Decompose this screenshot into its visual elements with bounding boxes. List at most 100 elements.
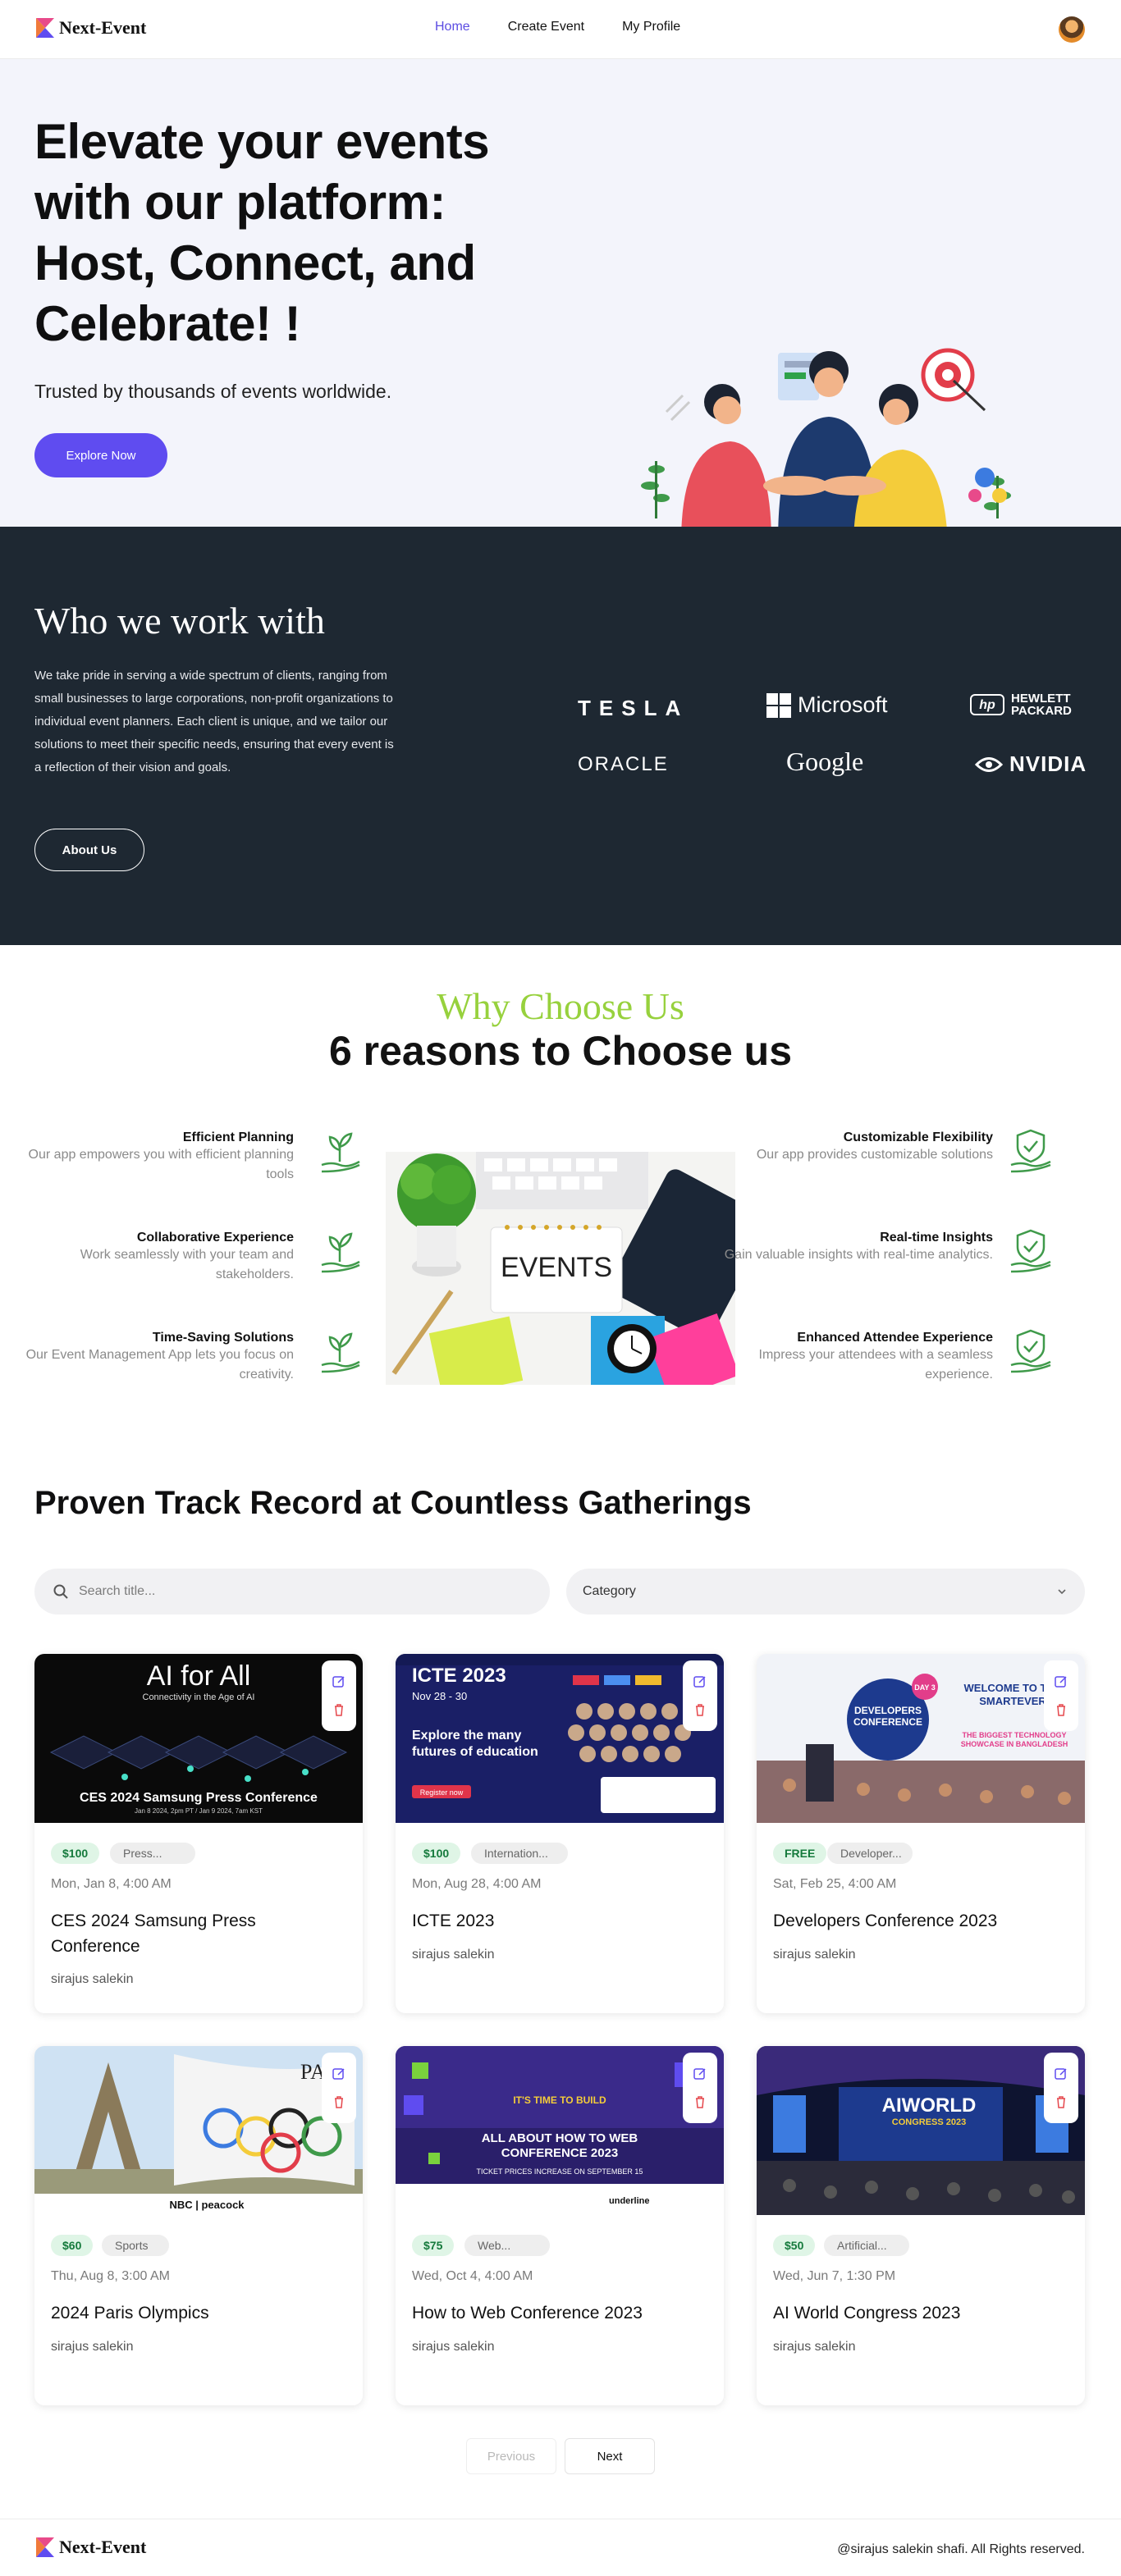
edit-icon[interactable] bbox=[332, 1674, 346, 1689]
banner-caption-2: Jan 8 2024, 2pm PT / Jan 9 2024, 7am KST bbox=[135, 1807, 263, 1815]
category-select[interactable]: Category bbox=[566, 1569, 1085, 1615]
banner-day: DAY 3 bbox=[914, 1683, 936, 1692]
banner-sponsor: underline bbox=[609, 2196, 650, 2206]
event-date: Mon, Jan 8, 4:00 AM bbox=[51, 1877, 172, 1891]
brand-name: Next-Event bbox=[59, 17, 147, 38]
event-title[interactable]: AI World Congress 2023 bbox=[773, 2300, 1068, 2326]
event-title[interactable]: 2024 Paris Olympics bbox=[51, 2300, 346, 2326]
event-title[interactable]: How to Web Conference 2023 bbox=[412, 2300, 707, 2326]
banner-title: ALL ABOUT HOW TO WEB CONFERENCE 2023 bbox=[481, 2131, 638, 2160]
hp-badge: hp bbox=[970, 694, 1004, 715]
edit-icon[interactable] bbox=[1054, 1674, 1068, 1689]
event-card[interactable]: ICTE 2023 Nov 28 - 30 Explore the many f… bbox=[396, 1654, 724, 2013]
card-actions bbox=[322, 2053, 356, 2123]
feature-time-saving: Time-Saving Solutions Our Event Manageme… bbox=[15, 1331, 294, 1385]
nvidia-logo: NVIDIA bbox=[975, 751, 1087, 777]
event-banner: AIWORLD CONGRESS 2023 bbox=[757, 2046, 1085, 2215]
delete-icon[interactable] bbox=[332, 1702, 346, 1717]
footer-brand-name: Next-Event bbox=[59, 2537, 147, 2557]
events-illustration: EVENTS bbox=[386, 1152, 735, 1385]
plant-hand-icon bbox=[321, 1332, 360, 1373]
event-organizer: sirajus salekin bbox=[412, 2340, 495, 2354]
nav-link-my-profile[interactable]: My Profile bbox=[622, 20, 680, 34]
event-image: PA NBC | peacock bbox=[34, 2046, 363, 2215]
event-card[interactable]: PA NBC | peacock $60 Sports Thu, Aug 8, … bbox=[34, 2046, 363, 2405]
google-logo: Google bbox=[786, 747, 864, 776]
banner-caption: CES 2024 Samsung Press Conference bbox=[80, 1791, 318, 1805]
events-image: EVENTS bbox=[386, 1152, 735, 1385]
feature-efficient-planning: Efficient Planning Our app empowers you … bbox=[15, 1130, 294, 1185]
event-title[interactable]: CES 2024 Samsung Press Conference bbox=[51, 1908, 346, 1959]
feature-collaborative-experience: Collaborative Experience Work seamlessly… bbox=[15, 1231, 294, 1285]
user-avatar[interactable] bbox=[1059, 16, 1085, 43]
brand-logo[interactable]: Next-Event bbox=[34, 16, 146, 39]
delete-icon[interactable] bbox=[332, 2094, 346, 2109]
nav-link-home[interactable]: Home bbox=[435, 20, 470, 34]
price-badge: $75 bbox=[412, 2235, 455, 2256]
banner-caption: Explore the many futures of education bbox=[412, 1729, 538, 1759]
feature-title: Customizable Flexibility bbox=[843, 1130, 993, 1144]
event-card[interactable]: IT'S TIME TO BUILD ALL ABOUT HOW TO WEB … bbox=[396, 2046, 724, 2405]
feature-customizable-flexibility: Customizable Flexibility Our app provide… bbox=[714, 1130, 993, 1165]
edit-icon[interactable] bbox=[693, 2067, 707, 2081]
event-card[interactable]: AIWORLD CONGRESS 2023 $50 Artificial... … bbox=[757, 2046, 1085, 2405]
event-image: IT'S TIME TO BUILD ALL ABOUT HOW TO WEB … bbox=[396, 2046, 724, 2215]
banner-title: DEVELOPERS CONFERENCE bbox=[853, 1705, 922, 1728]
price-badge: $100 bbox=[51, 1843, 100, 1864]
search-input[interactable] bbox=[79, 1584, 506, 1599]
about-us-button[interactable]: About Us bbox=[34, 829, 144, 871]
event-image: AI for All Connectivity in the Age of AI… bbox=[34, 1654, 363, 1823]
category-badge: Artificial... bbox=[824, 2235, 909, 2256]
event-title[interactable]: Developers Conference 2023 bbox=[773, 1908, 1068, 1934]
event-date: Sat, Feb 25, 4:00 AM bbox=[773, 1877, 897, 1891]
feature-title: Collaborative Experience bbox=[136, 1231, 294, 1245]
edit-icon[interactable] bbox=[1054, 2067, 1068, 2081]
banner-subtitle: CONGRESS 2023 bbox=[892, 2117, 966, 2127]
search-bar bbox=[34, 1569, 550, 1615]
clients-description: We take pride in serving a wide spectrum… bbox=[34, 669, 394, 774]
nav-link-create-event[interactable]: Create Event bbox=[508, 20, 584, 34]
category-badge: Internation... bbox=[471, 1843, 568, 1864]
top-navbar: Next-Event Home Create Event My Profile bbox=[0, 0, 1121, 59]
event-card[interactable]: DEVELOPERS CONFERENCE DAY 3 WELCOME TO T… bbox=[757, 1654, 1085, 2013]
delete-icon[interactable] bbox=[693, 1702, 707, 1717]
price-badge: FREE bbox=[773, 1843, 827, 1864]
card-actions bbox=[683, 1660, 717, 1731]
feature-desc: Our app provides customizable solutions bbox=[756, 1148, 993, 1162]
hp-logo: hp HEWLETT PACKARD bbox=[970, 692, 1072, 717]
delete-icon[interactable] bbox=[1054, 1702, 1068, 1717]
feature-title: Enhanced Attendee Experience bbox=[797, 1331, 993, 1345]
card-actions bbox=[1044, 1660, 1078, 1731]
footer-logo[interactable]: Next-Event bbox=[34, 2536, 146, 2559]
event-title[interactable]: ICTE 2023 bbox=[412, 1908, 707, 1934]
event-date: Wed, Oct 4, 4:00 AM bbox=[412, 2269, 533, 2283]
nvidia-eye-icon bbox=[975, 756, 1003, 772]
category-badge: Developer... bbox=[827, 1843, 913, 1864]
event-image: ICTE 2023 Nov 28 - 30 Explore the many f… bbox=[396, 1654, 724, 1823]
event-banner: PA NBC | peacock bbox=[34, 2046, 363, 2215]
event-organizer: sirajus salekin bbox=[412, 1948, 495, 1962]
why-title: 6 reasons to Choose us bbox=[328, 1028, 793, 1074]
price-badge: $60 bbox=[51, 2235, 94, 2256]
hp-line-2: PACKARD bbox=[1011, 704, 1072, 718]
event-organizer: sirajus salekin bbox=[51, 2340, 134, 2354]
hero-section: Elevate your events with our platform: H… bbox=[0, 59, 1121, 543]
event-image: AIWORLD CONGRESS 2023 bbox=[757, 2046, 1085, 2215]
card-actions bbox=[322, 1660, 356, 1731]
clients-title: Who we work with bbox=[34, 600, 325, 642]
event-banner: AI for All Connectivity in the Age of AI… bbox=[34, 1654, 363, 1823]
delete-icon[interactable] bbox=[693, 2094, 707, 2109]
shield-hand-icon bbox=[1010, 1329, 1051, 1373]
next-page-button[interactable]: Next bbox=[565, 2438, 655, 2474]
card-actions bbox=[1044, 2053, 1078, 2123]
event-card[interactable]: AI for All Connectivity in the Age of AI… bbox=[34, 1654, 363, 2013]
edit-icon[interactable] bbox=[693, 1674, 707, 1689]
banner-caption: THE BIGGEST TECHNOLOGY SHOWCASE IN BANGL… bbox=[960, 1731, 1068, 1748]
edit-icon[interactable] bbox=[332, 2067, 346, 2081]
explore-now-button[interactable]: Explore Now bbox=[34, 433, 167, 477]
feature-desc: Our Event Management App lets you focus … bbox=[25, 1348, 294, 1382]
delete-icon[interactable] bbox=[1054, 2094, 1068, 2109]
previous-page-button[interactable]: Previous bbox=[466, 2438, 556, 2474]
event-banner: IT'S TIME TO BUILD ALL ABOUT HOW TO WEB … bbox=[396, 2046, 724, 2215]
feature-real-time-insights: Real-time Insights Gain valuable insight… bbox=[714, 1231, 993, 1265]
